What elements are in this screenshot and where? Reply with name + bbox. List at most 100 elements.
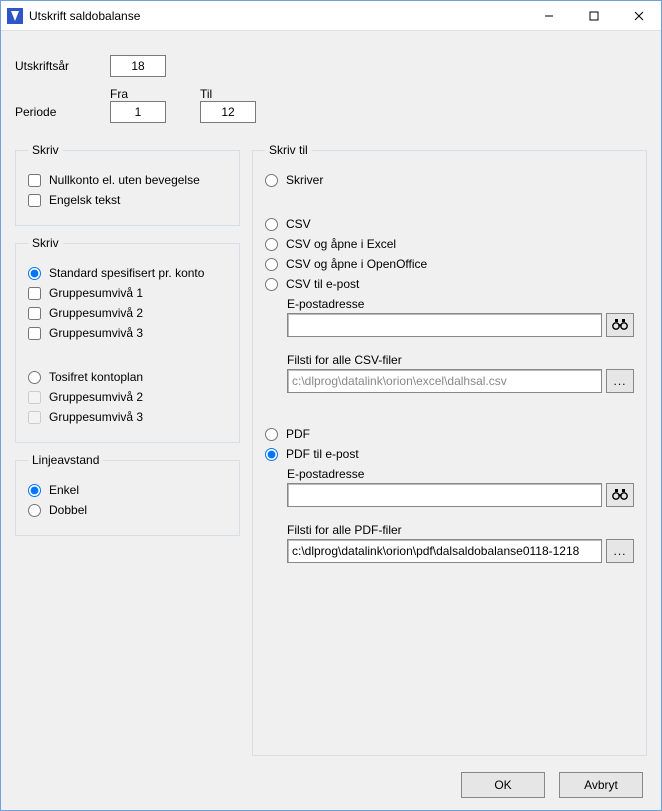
period-to-input[interactable] bbox=[200, 101, 256, 123]
period-row: Periode bbox=[15, 101, 647, 123]
client-area: Utskriftsår Fra Til Periode Skriv Nullko… bbox=[1, 31, 661, 810]
minimize-button[interactable] bbox=[526, 1, 571, 30]
period-label: Periode bbox=[15, 105, 110, 119]
window-buttons bbox=[526, 1, 661, 30]
pdf-path-browse-button[interactable]: ... bbox=[606, 539, 634, 563]
csv-email-label: E-postadresse bbox=[287, 297, 634, 311]
skrivtil-group: Skriv til Skriver CSV CSV og åpne i Exce… bbox=[252, 143, 647, 756]
g3b-checkbox bbox=[28, 411, 41, 424]
csv-mail-radio-label[interactable]: CSV til e-post bbox=[265, 277, 634, 291]
app-icon bbox=[7, 8, 23, 24]
csv-excel-text: CSV og åpne i Excel bbox=[286, 237, 396, 251]
pdf-radio-label[interactable]: PDF bbox=[265, 427, 634, 441]
cancel-button[interactable]: Avbryt bbox=[559, 772, 643, 798]
year-row: Utskriftsår bbox=[15, 55, 647, 77]
nullkonto-checkbox-label[interactable]: Nullkonto el. uten bevegelse bbox=[28, 173, 227, 187]
left-column: Skriv Nullkonto el. uten bevegelse Engel… bbox=[15, 143, 240, 766]
binoculars-icon bbox=[612, 317, 628, 333]
nullkonto-checkbox[interactable] bbox=[28, 174, 41, 187]
csv-mail-text: CSV til e-post bbox=[286, 277, 359, 291]
skriv-spec-legend: Skriv bbox=[28, 236, 63, 250]
engelsk-text: Engelsk tekst bbox=[49, 193, 120, 207]
g2-checkbox[interactable] bbox=[28, 307, 41, 320]
g2b-text: Gruppesumvivå 2 bbox=[49, 390, 143, 404]
dobbel-radio-label[interactable]: Dobbel bbox=[28, 503, 227, 517]
window-title: Utskrift saldobalanse bbox=[29, 9, 526, 23]
pdf-mail-radio[interactable] bbox=[265, 448, 278, 461]
tosifret-radio-label[interactable]: Tosifret kontoplan bbox=[28, 370, 227, 384]
standard-radio-label[interactable]: Standard spesifisert pr. konto bbox=[28, 266, 227, 280]
dobbel-radio[interactable] bbox=[28, 504, 41, 517]
year-input[interactable] bbox=[110, 55, 166, 77]
titlebar: Utskrift saldobalanse bbox=[1, 1, 661, 31]
pdf-mail-radio-label[interactable]: PDF til e-post bbox=[265, 447, 634, 461]
g2-checkbox-label[interactable]: Gruppesumvivå 2 bbox=[28, 306, 227, 320]
csv-excel-radio[interactable] bbox=[265, 238, 278, 251]
pdf-path-label: Filsti for alle PDF-filer bbox=[287, 523, 634, 537]
maximize-button[interactable] bbox=[571, 1, 616, 30]
skriv-options-legend: Skriv bbox=[28, 143, 63, 157]
csv-path-browse-button[interactable]: ... bbox=[606, 369, 634, 393]
skriver-text: Skriver bbox=[286, 173, 323, 187]
enkel-radio-label[interactable]: Enkel bbox=[28, 483, 227, 497]
period-headers: Fra Til bbox=[110, 87, 647, 101]
skriv-spec-group: Skriv Standard spesifisert pr. konto Gru… bbox=[15, 236, 240, 443]
tosifret-radio[interactable] bbox=[28, 371, 41, 384]
nullkonto-text: Nullkonto el. uten bevegelse bbox=[49, 173, 200, 187]
ellipsis-icon: ... bbox=[613, 544, 626, 558]
csv-oo-radio[interactable] bbox=[265, 258, 278, 271]
pdf-email-label: E-postadresse bbox=[287, 467, 634, 481]
pdf-email-lookup-button[interactable] bbox=[606, 483, 634, 507]
from-label: Fra bbox=[110, 87, 166, 101]
pdf-path-input[interactable] bbox=[287, 539, 602, 563]
linespacing-group: Linjeavstand Enkel Dobbel bbox=[15, 453, 240, 536]
pdf-radio[interactable] bbox=[265, 428, 278, 441]
pdf-email-input[interactable] bbox=[287, 483, 602, 507]
g1-text: Gruppesumvivå 1 bbox=[49, 286, 143, 300]
csv-mail-radio[interactable] bbox=[265, 278, 278, 291]
g1-checkbox-label[interactable]: Gruppesumvivå 1 bbox=[28, 286, 227, 300]
linespacing-legend: Linjeavstand bbox=[28, 453, 103, 467]
skriv-options-group: Skriv Nullkonto el. uten bevegelse Engel… bbox=[15, 143, 240, 226]
csv-oo-radio-label[interactable]: CSV og åpne i OpenOffice bbox=[265, 257, 634, 271]
csv-radio[interactable] bbox=[265, 218, 278, 231]
csv-oo-text: CSV og åpne i OpenOffice bbox=[286, 257, 427, 271]
csv-excel-radio-label[interactable]: CSV og åpne i Excel bbox=[265, 237, 634, 251]
pdf-text: PDF bbox=[286, 427, 310, 441]
g3b-checkbox-label: Gruppesumvivå 3 bbox=[28, 410, 227, 424]
csv-path-label: Filsti for alle CSV-filer bbox=[287, 353, 634, 367]
binoculars-icon bbox=[612, 487, 628, 503]
window: Utskrift saldobalanse Utskriftsår Fra Ti… bbox=[0, 0, 662, 811]
csv-radio-label[interactable]: CSV bbox=[265, 217, 634, 231]
to-label: Til bbox=[200, 87, 256, 101]
ellipsis-icon: ... bbox=[613, 374, 626, 388]
g3-text: Gruppesumvivå 3 bbox=[49, 326, 143, 340]
g2b-checkbox bbox=[28, 391, 41, 404]
period-from-input[interactable] bbox=[110, 101, 166, 123]
ok-button[interactable]: OK bbox=[461, 772, 545, 798]
enkel-text: Enkel bbox=[49, 483, 79, 497]
g3b-text: Gruppesumvivå 3 bbox=[49, 410, 143, 424]
skriver-radio-label[interactable]: Skriver bbox=[265, 173, 634, 187]
standard-text: Standard spesifisert pr. konto bbox=[49, 266, 204, 280]
csv-text: CSV bbox=[286, 217, 311, 231]
right-column: Skriv til Skriver CSV CSV og åpne i Exce… bbox=[252, 143, 647, 766]
year-label: Utskriftsår bbox=[15, 59, 110, 73]
close-button[interactable] bbox=[616, 1, 661, 30]
g2b-checkbox-label: Gruppesumvivå 2 bbox=[28, 390, 227, 404]
csv-email-input[interactable] bbox=[287, 313, 602, 337]
engelsk-checkbox-label[interactable]: Engelsk tekst bbox=[28, 193, 227, 207]
g3-checkbox-label[interactable]: Gruppesumvivå 3 bbox=[28, 326, 227, 340]
skriver-radio[interactable] bbox=[265, 174, 278, 187]
standard-radio[interactable] bbox=[28, 267, 41, 280]
g3-checkbox[interactable] bbox=[28, 327, 41, 340]
dialog-footer: OK Avbryt bbox=[15, 766, 647, 800]
csv-path-input[interactable] bbox=[287, 369, 602, 393]
csv-email-lookup-button[interactable] bbox=[606, 313, 634, 337]
tosifret-text: Tosifret kontoplan bbox=[49, 370, 143, 384]
g2-text: Gruppesumvivå 2 bbox=[49, 306, 143, 320]
g1-checkbox[interactable] bbox=[28, 287, 41, 300]
enkel-radio[interactable] bbox=[28, 484, 41, 497]
pdf-mail-text: PDF til e-post bbox=[286, 447, 359, 461]
engelsk-checkbox[interactable] bbox=[28, 194, 41, 207]
